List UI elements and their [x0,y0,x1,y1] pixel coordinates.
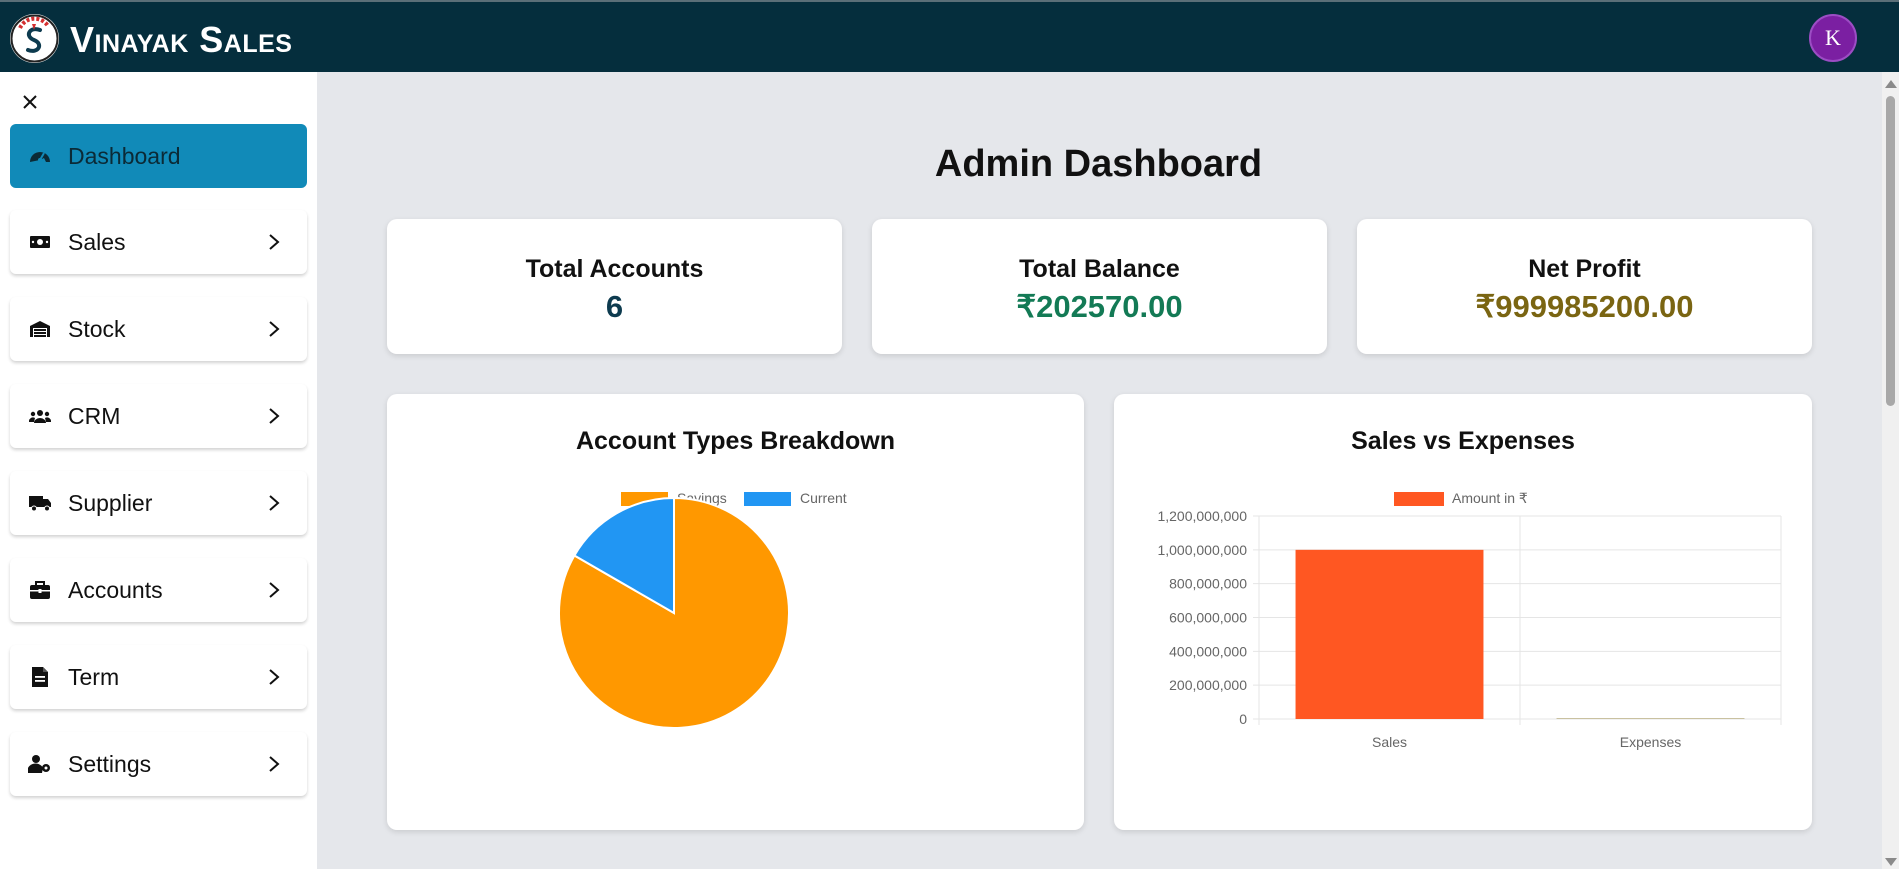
truck-icon [28,491,52,515]
x-tick-label: Sales [1372,734,1407,750]
legend-label-amount[interactable]: Amount in ₹ [1452,490,1528,506]
money-bill-icon [28,230,52,254]
sales-vs-expenses-bar-chart: Amount in ₹ 0 200,000,000 400,000,000 600,0… [1157,490,1782,750]
chevron-right-icon [269,669,280,685]
sidebar-item-label: Sales [68,228,126,255]
file-icon [28,665,52,689]
sidebar-item-accounts[interactable]: Accounts [10,558,307,622]
stat-card-total-balance: Total Balance ₹202570.00 [872,219,1327,354]
brand-first-initial: V [70,19,95,60]
sidebar-item-term[interactable]: Term [10,645,307,709]
y-tick-label: 400,000,000 [1169,643,1247,659]
stat-title: Net Profit [1528,255,1641,283]
briefcase-icon [28,578,52,602]
y-tick-label: 1,200,000,000 [1157,508,1247,524]
y-tick-label: 200,000,000 [1169,677,1247,693]
user-gear-icon [28,752,52,776]
sidebar-item-label: Stock [68,315,126,342]
brand-second-rest: ales [223,19,293,60]
page-title: Admin Dashboard [934,143,1263,185]
scroll-up-arrow-icon[interactable] [1885,80,1897,88]
sidebar-item-label: Accounts [68,576,163,603]
avatar[interactable]: K [1809,14,1857,62]
stat-card-net-profit: Net Profit ₹999985200.00 [1357,219,1812,354]
gauge-icon [28,144,52,168]
sidebar-item-stock[interactable]: Stock [10,297,307,361]
chevron-right-icon [269,495,280,511]
stat-value: 6 [605,289,624,324]
sidebar-item-label: Supplier [68,489,153,516]
account-types-card: Account Types Breakdown Savings Current [387,394,1084,830]
legend-swatch-amount[interactable] [1394,492,1444,506]
brand-logo-icon[interactable] [10,14,59,63]
chevron-right-icon [269,756,280,772]
y-tick-label: 600,000,000 [1169,610,1247,626]
sidebar-item-supplier[interactable]: Supplier [10,471,307,535]
stat-title: Total Accounts [525,255,704,283]
sidebar-item-label: CRM [68,402,121,429]
sales-vs-expenses-card: Sales vs Expenses Amount in ₹ 0 200,000,0… [1114,394,1812,830]
chevron-right-icon [269,321,280,337]
stat-value: ₹202570.00 [1016,289,1183,324]
top-bar: Vinayak Sales K [0,0,1899,72]
sidebar-item-label: Dashboard [68,142,181,169]
stat-card-total-accounts: Total Accounts 6 [387,219,842,354]
sidebar-item-dashboard[interactable]: Dashboard [10,124,307,188]
scroll-down-arrow-icon[interactable] [1885,858,1897,866]
sidebar-item-settings[interactable]: Settings [10,732,307,796]
y-tick-label: 1,000,000,000 [1157,542,1247,558]
chevron-right-icon [269,582,280,598]
sidebar-item-sales[interactable]: Sales [10,210,307,274]
chevron-right-icon [269,408,280,424]
pie-slices [558,496,790,729]
sidebar-item-crm[interactable]: CRM [10,384,307,448]
brand-second-initial: S [199,19,224,60]
sidebar-item-label: Term [68,663,120,690]
sidebar: Dashboard Sales Stock CRM Supplier Accou [0,72,317,869]
stat-title: Total Balance [1019,255,1180,283]
bar-sales[interactable] [1295,549,1484,719]
warehouse-icon [28,317,52,341]
stat-value: ₹999985200.00 [1475,289,1694,324]
scrollbar-thumb[interactable] [1886,96,1895,406]
brand-name[interactable]: Vinayak Sales [70,19,292,61]
close-icon[interactable] [20,92,40,112]
legend-swatch-current[interactable] [744,492,791,506]
users-icon [28,404,52,428]
sidebar-item-label: Settings [68,750,152,777]
x-tick-label: Expenses [1620,734,1681,750]
brand-first-rest: inayak [94,19,189,60]
chevron-right-icon [269,234,280,250]
bar-expenses[interactable] [1556,718,1745,719]
y-tick-label: 0 [1239,711,1247,727]
legend-label-current[interactable]: Current [800,490,847,506]
account-types-pie-chart: Savings Current [558,490,847,729]
y-tick-label: 800,000,000 [1169,576,1247,592]
